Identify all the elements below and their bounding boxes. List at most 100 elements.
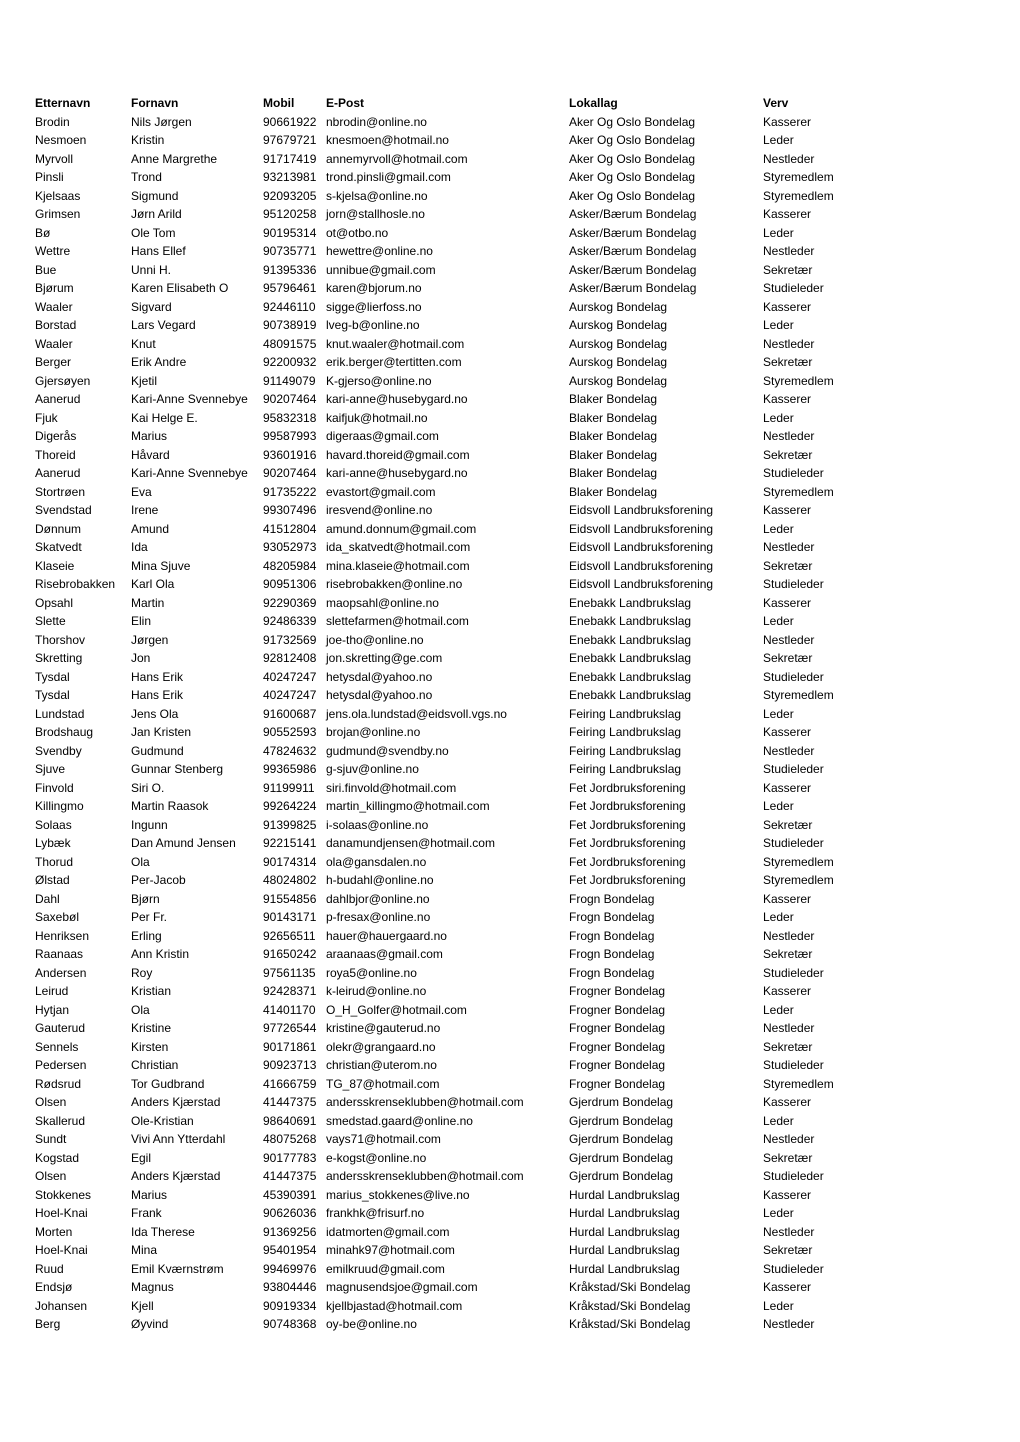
mobil-cell: 92656511: [263, 928, 316, 943]
epost-cell: h-budahl@online.no: [326, 873, 434, 887]
lokallag-cell: Fet Jordbruksforening: [569, 836, 686, 850]
lokallag-cell: Frogn Bondelag: [569, 965, 655, 980]
lokallag-cell: Fet Jordbruksforening: [569, 873, 686, 887]
epost-cell: evastort@gmail.com: [326, 484, 436, 499]
mobil-cell: 90951306: [263, 577, 317, 591]
fornavn-cell: Ann Kristin: [131, 947, 190, 961]
table-row: Finvold Siri O. 91199911 siri.finvold@hotma…: [0, 779, 1020, 798]
mobil-cell: 95796461: [263, 281, 317, 295]
mobil-cell: 45390391: [263, 1187, 317, 1202]
epost-cell: ola@gansdalen.no: [326, 854, 427, 869]
lokallag-cell: Frogn Bondelag: [569, 891, 655, 906]
etternavn-cell: Rødsrud: [35, 1076, 82, 1091]
mobil-cell: 92428371: [263, 984, 317, 998]
mobil-cell: 90552593: [263, 725, 317, 739]
lokallag-cell: Aurskog Bondelag: [569, 336, 668, 351]
fornavn-cell: Øyvind: [131, 1317, 169, 1331]
fornavn-cell: Marius: [131, 429, 168, 443]
mobil-cell: 48091575: [263, 336, 317, 351]
epost-cell: hetysdal@yahoo.no: [326, 688, 433, 702]
lokallag-cell: Feiring Landbrukslag: [569, 706, 682, 721]
epost-cell: vays71@hotmail.com: [326, 1132, 441, 1146]
etternavn-cell: Aanerud: [35, 466, 81, 480]
mobil-cell: 90143171: [263, 910, 317, 924]
fornavn-cell: Anne Margrethe: [131, 151, 218, 166]
verv-cell: Sekretær: [763, 1039, 813, 1054]
fornavn-cell: Eva: [131, 484, 152, 499]
table-row: Olsen Anders Kjærstad 41447375 andersskrens…: [0, 1167, 1020, 1186]
table-row: Sjuve Gunnar Stenberg 99365986 g-sjuv@onlin…: [0, 760, 1020, 779]
verv-cell: Kasserer: [763, 1280, 812, 1294]
verv-cell: Studieleder: [763, 281, 824, 295]
verv-cell: Nestleder: [763, 1317, 815, 1331]
etternavn-cell: Wettre: [35, 244, 71, 258]
verv-cell: Leder: [763, 1002, 794, 1017]
lokallag-cell: Fet Jordbruksforening: [569, 780, 686, 795]
epost-cell: kari-anne@husebygard.no: [326, 466, 468, 480]
epost-cell: knesmoen@hotmail.no: [326, 133, 449, 147]
etternavn-cell: Henriksen: [35, 928, 90, 943]
fornavn-cell: Jens Ola: [131, 706, 179, 721]
lokallag-cell: Enebakk Landbrukslag: [569, 651, 692, 665]
table-row: Killingmo Martin Raasok 99264224 martin_kil…: [0, 797, 1020, 816]
verv-cell: Sekretær: [763, 355, 813, 369]
table-row: Hoel-Knai Mina 95401954 minahk97@hotmail.co…: [0, 1241, 1020, 1260]
table-row: Hoel-Knai Frank 90626036 frankhk@frisurf.no…: [0, 1204, 1020, 1223]
lokallag-cell: Hurdal Landbrukslag: [569, 1187, 680, 1202]
etternavn-cell: Bue: [35, 262, 57, 277]
lokallag-cell: Hurdal Landbrukslag: [569, 1224, 680, 1239]
table-row: Nesmoen Kristin 97679721 knesmoen@hotmail.n…: [0, 131, 1020, 150]
header-fornavn: Fornavn: [131, 96, 179, 110]
fornavn-cell: Martin Raasok: [131, 799, 209, 813]
fornavn-cell: Martin: [131, 595, 165, 610]
table-row: Opsahl Martin 92290369 maopsahl@online.no En…: [0, 594, 1020, 613]
mobil-cell: 47824632: [263, 743, 317, 758]
header-mobil: Mobil: [263, 96, 295, 110]
mobil-cell: 91732569: [263, 632, 317, 647]
verv-cell: Leder: [763, 799, 794, 813]
lokallag-cell: Fet Jordbruksforening: [569, 854, 686, 869]
verv-cell: Sekretær: [763, 262, 813, 277]
epost-cell: dahlbjor@online.no: [326, 891, 430, 906]
epost-cell: kari-anne@husebygard.no: [326, 392, 468, 406]
fornavn-cell: Hans Erik: [131, 688, 184, 702]
mobil-cell: 99365986: [263, 762, 317, 776]
fornavn-cell: Marius: [131, 1187, 168, 1202]
table-row: Lundstad Jens Ola 91600687 jens.ola.lundsta…: [0, 705, 1020, 724]
header-epost: E-Post: [326, 96, 365, 110]
table-row: Sennels Kirsten 90171861 olekr@grangaard.no…: [0, 1038, 1020, 1057]
epost-cell: jon.skretting@ge.com: [326, 651, 443, 665]
lokallag-cell: Eidsvoll Landbruksforening: [569, 540, 714, 554]
verv-cell: Leder: [763, 225, 794, 240]
mobil-cell: 93213981: [263, 170, 317, 184]
lokallag-cell: Hurdal Landbrukslag: [569, 1261, 680, 1276]
epost-cell: erik.berger@tertitten.com: [326, 355, 462, 369]
lokallag-cell: Asker/Bærum Bondelag: [569, 225, 697, 240]
epost-cell: marius_stokkenes@live.no: [326, 1187, 470, 1202]
fornavn-cell: Kristin: [131, 133, 165, 147]
fornavn-cell: Kristian: [131, 984, 172, 998]
etternavn-cell: Ølstad: [35, 873, 70, 887]
table-row: Henriksen Erling 92656511 hauer@hauergaard.…: [0, 927, 1020, 946]
table-row: Raanaas Ann Kristin 91650242 araanaas@gmail…: [0, 945, 1020, 964]
etternavn-cell: Skallerud: [35, 1113, 86, 1128]
mobil-cell: 97679721: [263, 133, 317, 147]
verv-cell: Kasserer: [763, 595, 812, 610]
lokallag-cell: Gjerdrum Bondelag: [569, 1095, 674, 1109]
table-row: Gauterud Kristine 97726544 kristine@gauteru…: [0, 1019, 1020, 1038]
mobil-cell: 91199911: [263, 780, 315, 795]
verv-cell: Studieleder: [763, 669, 824, 684]
lokallag-cell: Asker/Bærum Bondelag: [569, 207, 697, 221]
mobil-cell: 91600687: [263, 706, 317, 721]
etternavn-cell: Waaler: [35, 336, 73, 351]
verv-cell: Sekretær: [763, 558, 813, 573]
mobil-cell: 90174314: [263, 854, 317, 869]
fornavn-cell: Per-Jacob: [131, 873, 186, 887]
fornavn-cell: Sigmund: [131, 188, 179, 203]
verv-cell: Leder: [763, 706, 794, 721]
table-row: Risebrobakken Karl Ola 90951306 risebrobakk…: [0, 575, 1020, 594]
etternavn-cell: Fjuk: [35, 410, 58, 425]
verv-cell: Kasserer: [763, 725, 812, 739]
mobil-cell: 97726544: [263, 1021, 317, 1035]
fornavn-cell: Irene: [131, 503, 159, 517]
